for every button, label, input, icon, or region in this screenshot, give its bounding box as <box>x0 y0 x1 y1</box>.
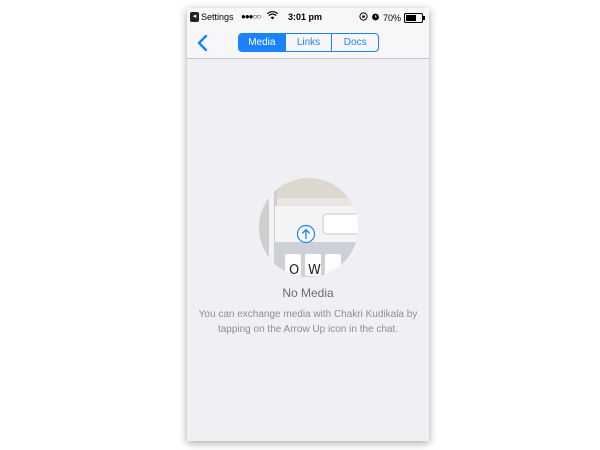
tab-media[interactable]: Media <box>239 34 285 51</box>
media-type-segmented-control: Media Links Docs <box>238 33 379 52</box>
arrow-up-icon <box>296 224 316 244</box>
svg-text:O: O <box>289 263 299 277</box>
empty-state-illustration: O W <box>259 178 358 277</box>
battery-percent: 70% <box>382 12 401 23</box>
tab-docs[interactable]: Docs <box>331 34 378 51</box>
back-to-app[interactable]: ◂ Settings <box>190 12 234 22</box>
back-app-label: Settings <box>201 12 234 22</box>
status-right-group: 70% <box>359 12 425 23</box>
tab-links[interactable]: Links <box>284 34 332 51</box>
battery-icon <box>404 12 425 23</box>
svg-text:W: W <box>308 263 321 277</box>
alarm-icon <box>371 12 380 23</box>
status-bar: ◂ Settings ●●●○○ 3:01 pm 70% <box>187 8 429 28</box>
back-chevron-icon[interactable] <box>196 34 210 52</box>
navigation-bar: Media Links Docs <box>187 28 429 59</box>
empty-state-description: You can exchange media with Chakri Kudik… <box>198 309 418 335</box>
empty-state-title: No Media <box>282 286 334 300</box>
status-time: 3:01 pm <box>288 12 323 22</box>
app-back-icon: ◂ <box>190 12 199 22</box>
signal-strength-icon: ●●●○○ <box>241 12 261 21</box>
lock-rotation-icon <box>359 12 368 23</box>
phone-screen: ◂ Settings ●●●○○ 3:01 pm 70% Media Links… <box>187 8 429 441</box>
wifi-icon <box>266 11 279 23</box>
